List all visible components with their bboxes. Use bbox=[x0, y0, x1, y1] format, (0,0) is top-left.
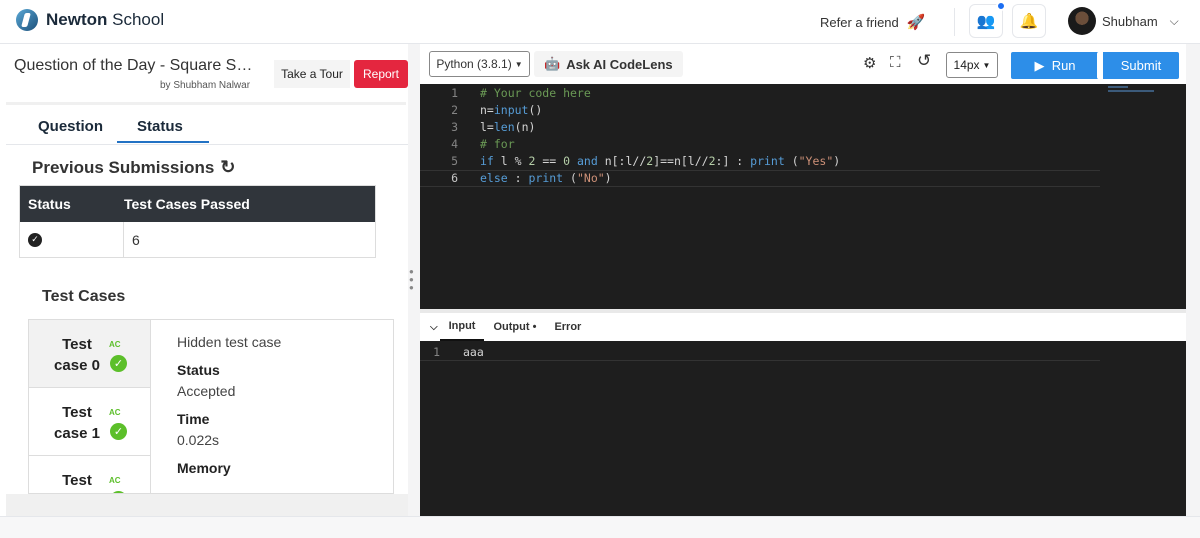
status-value: Accepted bbox=[177, 383, 236, 399]
test-case-name: Test bbox=[62, 472, 92, 489]
report-button[interactable]: Report bbox=[354, 60, 408, 88]
brand-logo[interactable]: Newton School bbox=[16, 9, 164, 31]
table-header: Status Test Cases Passed bbox=[20, 186, 375, 222]
language-value: Python (3.8.1) bbox=[436, 57, 512, 71]
code-line: 1 # Your code here bbox=[451, 86, 591, 100]
editor-toolbar: Python (3.8.1) ▼ 🤖 Ask AI CodeLens ⚙ ⛶ ↺… bbox=[420, 44, 1186, 84]
take-tour-button[interactable]: Take a Tour bbox=[274, 60, 350, 88]
run-label: Run bbox=[1051, 57, 1076, 73]
code-line: 5 if l % 2 == 0 and n[:l//2]==n[l//2:] : … bbox=[451, 154, 841, 168]
people-icon: 👥 bbox=[976, 13, 996, 30]
time-value: 0.022s bbox=[177, 432, 220, 448]
robot-icon: 🤖 bbox=[544, 56, 561, 71]
rocket-icon: 🚀 bbox=[906, 14, 926, 31]
test-case-type: Hidden test case bbox=[177, 334, 282, 350]
ac-badge: AC bbox=[109, 476, 121, 485]
code-line: 2 n=input() bbox=[451, 103, 543, 117]
io-tabs: ⌵ Input Output • Error bbox=[420, 313, 1186, 341]
status-label: Status bbox=[177, 362, 220, 378]
bottom-bar bbox=[0, 516, 1200, 538]
check-circle-icon: ✓ bbox=[110, 355, 127, 372]
test-case-name: Test case 0 bbox=[54, 336, 100, 374]
minimap[interactable] bbox=[1108, 84, 1158, 104]
refer-label: Refer a friend bbox=[820, 14, 899, 30]
input-line: 1 aaa bbox=[420, 345, 1100, 361]
ac-badge: AC bbox=[109, 340, 121, 349]
status-cell: ✓ bbox=[20, 222, 124, 257]
collapse-chevron-icon[interactable]: ⌵ bbox=[420, 322, 440, 333]
submit-button[interactable]: Submit bbox=[1097, 52, 1179, 79]
divider bbox=[6, 102, 406, 105]
code-line: 6 else : print ("No") bbox=[420, 170, 1100, 187]
check-circle-icon: ✓ bbox=[110, 423, 127, 440]
editor-panel: Python (3.8.1) ▼ 🤖 Ask AI CodeLens ⚙ ⛶ ↺… bbox=[420, 44, 1186, 516]
test-cases-panel: Test case 0 AC ✓ Test case 1 AC ✓ Test A… bbox=[28, 319, 394, 494]
problem-panel: Question of the Day - Square S… by Shubh… bbox=[0, 44, 408, 516]
divider bbox=[6, 144, 408, 145]
run-button[interactable]: ▶ Run bbox=[1011, 52, 1099, 79]
tab-input[interactable]: Input bbox=[439, 313, 485, 341]
top-navbar: Newton School Refer a friend 🚀 👥 🔔 Shubh… bbox=[0, 0, 1200, 44]
column-header: Test Cases Passed bbox=[124, 196, 250, 212]
code-line: 4 # for bbox=[451, 137, 515, 151]
previous-submissions-heading: Previous Submissions ↻ bbox=[32, 157, 235, 178]
check-circle-icon: ✓ bbox=[28, 232, 42, 247]
problem-author: by Shubham Nalwar bbox=[160, 80, 251, 91]
tab-output[interactable]: Output • bbox=[484, 313, 545, 341]
avatar bbox=[1068, 7, 1096, 35]
caret-down-icon: ▼ bbox=[982, 60, 991, 70]
test-case-list: Test case 0 AC ✓ Test case 1 AC ✓ Test A… bbox=[29, 320, 151, 493]
time-label: Time bbox=[177, 411, 210, 427]
test-case-detail: Hidden test case Status Accepted Time 0.… bbox=[177, 334, 281, 476]
problem-tabs: Question Status bbox=[38, 118, 209, 143]
fullscreen-icon[interactable]: ⛶ bbox=[890, 54, 901, 71]
code-line: 3 l=len(n) bbox=[451, 120, 536, 134]
font-size-value: 14px bbox=[953, 58, 980, 72]
tab-question[interactable]: Question bbox=[38, 118, 103, 135]
code-editor[interactable]: 1 # Your code here 2 n=input() 3 l=len(n) 4… bbox=[420, 84, 1186, 309]
settings-gear-icon[interactable]: ⚙ bbox=[863, 54, 876, 72]
refresh-icon[interactable]: ↻ bbox=[220, 157, 235, 178]
ac-badge: AC bbox=[109, 408, 121, 417]
tab-status[interactable]: Status bbox=[117, 118, 209, 143]
refer-friend-link[interactable]: Refer a friend 🚀 bbox=[820, 13, 925, 31]
memory-label: Memory bbox=[177, 460, 231, 476]
font-size-select[interactable]: 14px ▼ bbox=[946, 52, 998, 78]
test-case-item-0[interactable]: Test case 0 AC ✓ bbox=[29, 320, 150, 388]
table-row[interactable]: ✓ 6 bbox=[20, 222, 375, 257]
notifications-button[interactable]: 🔔 bbox=[1012, 4, 1046, 38]
test-cases-heading: Test Cases bbox=[42, 288, 126, 305]
submissions-table: Status Test Cases Passed ✓ 6 bbox=[19, 185, 376, 258]
input-editor[interactable]: 1 aaa bbox=[420, 341, 1186, 516]
chevron-down-icon: ⌵ bbox=[1169, 13, 1179, 28]
test-case-item-1[interactable]: Test case 1 AC ✓ bbox=[29, 388, 150, 456]
column-header: Status bbox=[28, 196, 71, 212]
test-case-item-2[interactable]: Test AC ✓ bbox=[29, 456, 150, 493]
divider bbox=[954, 8, 955, 36]
test-case-name: Test case 1 bbox=[54, 404, 100, 442]
horizontal-scrollbar[interactable] bbox=[6, 494, 408, 516]
play-icon: ▶ bbox=[1034, 57, 1045, 73]
passed-cell: 6 bbox=[132, 231, 140, 248]
brand-name: Newton School bbox=[46, 10, 165, 29]
reset-icon[interactable]: ↺ bbox=[917, 51, 931, 71]
section-title: Previous Submissions bbox=[32, 157, 215, 177]
ask-ai-button[interactable]: 🤖 Ask AI CodeLens bbox=[534, 51, 683, 77]
drag-handle-icon[interactable]: ● ● ● bbox=[409, 268, 414, 292]
user-menu[interactable]: Shubham ⌵ bbox=[1068, 7, 1179, 35]
language-select[interactable]: Python (3.8.1) ▼ bbox=[429, 51, 530, 77]
user-name: Shubham bbox=[1102, 13, 1158, 29]
bell-icon: 🔔 bbox=[1019, 13, 1039, 30]
caret-down-icon: ▼ bbox=[514, 59, 523, 69]
ask-ai-label: Ask AI CodeLens bbox=[566, 56, 673, 72]
page-title: Question of the Day - Square S… bbox=[14, 57, 253, 74]
community-button[interactable]: 👥 bbox=[969, 1, 1006, 38]
notification-dot bbox=[996, 1, 1006, 11]
newton-logo-icon bbox=[16, 9, 38, 31]
tab-error[interactable]: Error bbox=[545, 313, 590, 341]
